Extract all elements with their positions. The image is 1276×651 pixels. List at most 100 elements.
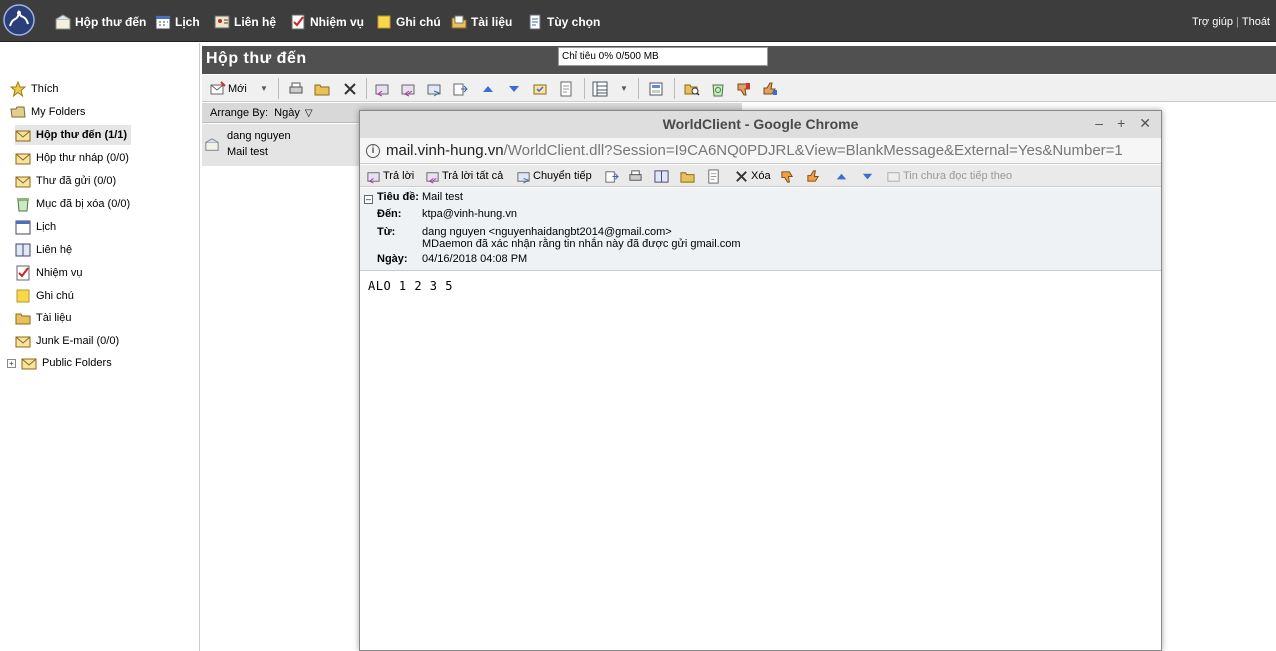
print-button[interactable] bbox=[628, 168, 643, 184]
contacts-icon bbox=[15, 243, 31, 257]
info-icon[interactable]: i bbox=[366, 144, 380, 158]
view-source-button[interactable] bbox=[706, 168, 721, 184]
address-bar[interactable]: i mail.vinh-hung.vn/WorldClient.dll?Sess… bbox=[360, 138, 1161, 164]
layout-dropdown-button[interactable]: ▼ bbox=[620, 79, 628, 98]
folder-junk[interactable]: Junk E-mail (0/0) bbox=[15, 331, 119, 351]
folder-favorites-label: Thích bbox=[31, 83, 59, 95]
url-path: /WorldClient.dll?Session=I9CA6NQ0PDJRL&V… bbox=[503, 142, 1123, 159]
print-button[interactable] bbox=[288, 79, 304, 98]
next-unread-icon bbox=[887, 171, 900, 182]
mark-not-junk-button[interactable] bbox=[806, 168, 821, 184]
next-unread-button[interactable]: Tin chưa đọc tiếp theo bbox=[886, 168, 1012, 184]
reply-button[interactable]: Trả lời bbox=[366, 168, 414, 184]
maximize-icon[interactable]: + bbox=[1117, 115, 1125, 132]
notes-icon bbox=[377, 15, 391, 29]
popup-title-bar[interactable]: WorldClient - Google Chrome bbox=[360, 111, 1161, 138]
empty-trash-button[interactable] bbox=[710, 79, 726, 98]
chevron-down-icon: ▼ bbox=[260, 84, 268, 93]
mark-not-junk-button[interactable] bbox=[762, 79, 778, 98]
folder-drafts[interactable]: Hộp thư nháp (0/0) bbox=[15, 148, 129, 168]
nav-documents[interactable]: Tài liệu bbox=[451, 13, 512, 31]
folder-favorites[interactable]: Thích bbox=[10, 79, 59, 99]
nav-options[interactable]: Tùy chọn bbox=[527, 13, 600, 31]
search-folder-button[interactable] bbox=[684, 79, 700, 98]
delete-button[interactable] bbox=[342, 79, 358, 98]
sort-descending-icon[interactable]: ▽ bbox=[305, 108, 313, 119]
redirect-button[interactable] bbox=[452, 79, 468, 98]
move-folder-icon bbox=[680, 171, 695, 183]
chevron-down-icon: ▼ bbox=[620, 84, 628, 93]
message-body: ALO 1 2 3 5 bbox=[368, 279, 453, 293]
folder-public[interactable]: + Public Folders bbox=[7, 353, 112, 373]
mail-toolbar: Mới ▼ ▼ bbox=[202, 75, 1276, 102]
mark-junk-button[interactable] bbox=[736, 79, 752, 98]
message-list-item[interactable]: dang nguyen Mail test bbox=[202, 124, 362, 166]
message-toolbar: Trả lời Trả lời tất cả Chuyển tiếp Xóa T… bbox=[360, 165, 1161, 187]
folder-tasks[interactable]: Nhiệm vụ bbox=[15, 263, 82, 283]
arrange-by-value[interactable]: Ngày bbox=[274, 107, 300, 119]
nav-contacts-label: Liên hệ bbox=[234, 15, 277, 29]
previous-message-button[interactable] bbox=[834, 168, 849, 184]
folder-calendar[interactable]: Lịch bbox=[15, 217, 56, 237]
next-button[interactable] bbox=[506, 79, 522, 98]
forward-icon bbox=[517, 171, 530, 183]
link-separator: | bbox=[1236, 16, 1239, 28]
collapse-headers-icon[interactable]: – bbox=[364, 195, 373, 204]
nav-notes-label: Ghi chú bbox=[396, 15, 441, 29]
next-unread-label: Tin chưa đọc tiếp theo bbox=[903, 170, 1013, 182]
forward-button[interactable]: Chuyển tiếp bbox=[516, 168, 592, 184]
next-message-button[interactable] bbox=[860, 168, 875, 184]
previous-button[interactable] bbox=[480, 79, 496, 98]
help-link[interactable]: Trợ giúp bbox=[1192, 16, 1233, 28]
folder-notes-label: Ghi chú bbox=[36, 290, 74, 302]
page-title: Hộp thư đến bbox=[206, 50, 307, 67]
folder-documents[interactable]: Tài liệu bbox=[15, 308, 71, 328]
new-message-button[interactable]: Mới bbox=[210, 79, 247, 98]
folder-sent[interactable]: Thư đã gửi (0/0) bbox=[15, 171, 116, 191]
minimize-icon[interactable]: – bbox=[1095, 115, 1103, 132]
folder-inbox[interactable]: Hộp thư đến (1/1) bbox=[15, 125, 132, 145]
new-dropdown-button[interactable]: ▼ bbox=[260, 79, 268, 98]
folder-notes[interactable]: Ghi chú bbox=[15, 286, 74, 306]
calendar-icon bbox=[15, 220, 31, 235]
move-button[interactable] bbox=[680, 168, 695, 184]
nav-inbox[interactable]: Hộp thư đến bbox=[55, 13, 146, 31]
mark-read-button[interactable] bbox=[532, 79, 548, 98]
move-button[interactable] bbox=[314, 79, 330, 98]
expand-icon[interactable]: + bbox=[7, 358, 16, 368]
toolbar-separator bbox=[674, 78, 675, 99]
message-sender: dang nguyen bbox=[227, 130, 291, 142]
window-controls: – + ✕ bbox=[1095, 115, 1151, 132]
view-source-button[interactable] bbox=[558, 79, 574, 98]
nav-calendar[interactable]: Lịch bbox=[155, 13, 200, 31]
delete-button[interactable]: Xóa bbox=[734, 168, 771, 184]
nav-tasks[interactable]: Nhiệm vụ bbox=[290, 13, 364, 31]
forward-button[interactable] bbox=[426, 79, 442, 98]
folder-contacts[interactable]: Liên hệ bbox=[15, 240, 72, 260]
reply-button[interactable] bbox=[374, 79, 390, 98]
close-icon[interactable]: ✕ bbox=[1139, 115, 1151, 132]
tasks-icon bbox=[16, 265, 30, 281]
folder-public-label: Public Folders bbox=[42, 357, 112, 369]
folder-calendar-label: Lịch bbox=[36, 221, 57, 233]
folder-my-folders[interactable]: My Folders bbox=[10, 102, 85, 122]
mdaemon-logo-icon[interactable] bbox=[3, 4, 35, 36]
layout-button[interactable] bbox=[592, 79, 608, 98]
folder-deleted[interactable]: Mục đã bị xóa (0/0) bbox=[15, 194, 130, 214]
arrow-up-icon bbox=[483, 85, 493, 92]
reply-all-button[interactable]: Trả lời tất cả bbox=[425, 168, 503, 184]
nav-notes[interactable]: Ghi chú bbox=[376, 13, 441, 31]
date-value: 04/16/2018 04:08 PM bbox=[422, 253, 528, 265]
nav-contacts[interactable]: Liên hệ bbox=[214, 13, 276, 31]
reply-icon bbox=[367, 171, 380, 183]
mark-junk-button[interactable] bbox=[780, 168, 795, 184]
trash-icon bbox=[17, 198, 29, 212]
quota-indicator: Chỉ tiêu 0% 0/500 MB bbox=[558, 47, 768, 66]
logout-link[interactable]: Thoát bbox=[1242, 16, 1270, 28]
popup-window-title: WorldClient - Google Chrome bbox=[662, 116, 859, 132]
reply-all-button[interactable] bbox=[400, 79, 416, 98]
redirect-button[interactable] bbox=[604, 168, 619, 184]
folder-documents-label: Tài liệu bbox=[36, 312, 72, 324]
add-contact-button[interactable] bbox=[654, 168, 669, 184]
columns-button[interactable] bbox=[648, 79, 664, 98]
